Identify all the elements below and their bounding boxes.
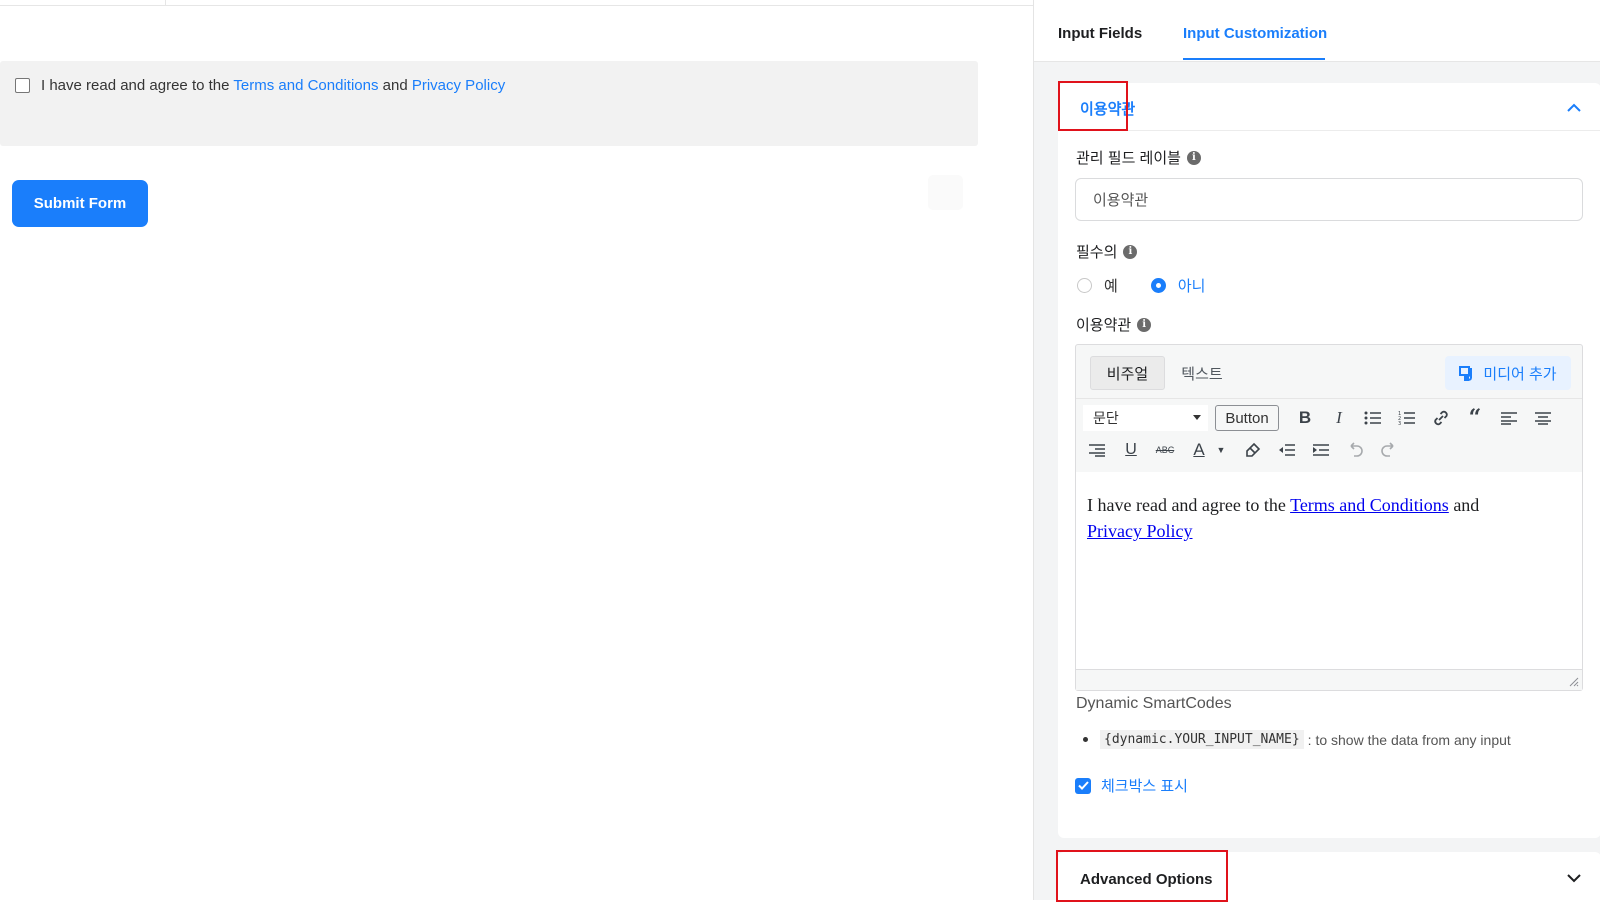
editor-toolbar: 문단 Button B I 123 “ U ABC A ▼	[1076, 398, 1582, 472]
text-color-dropdown-icon[interactable]: ▼	[1210, 439, 1232, 461]
editor-privacy-link[interactable]: Privacy Policy	[1087, 521, 1193, 541]
resize-handle-icon[interactable]	[1569, 677, 1579, 687]
align-right-icon[interactable]	[1086, 439, 1108, 461]
chevron-up-icon[interactable]	[1567, 101, 1581, 115]
clear-formatting-icon[interactable]	[1242, 439, 1264, 461]
terms-and-text: and	[382, 77, 408, 94]
editor-text-and: and	[1453, 495, 1480, 515]
strikethrough-icon[interactable]: ABC	[1154, 439, 1176, 461]
terms-label-row: 이용약관 i	[1076, 314, 1152, 335]
smartcode-description: : to show the data from any input	[1307, 731, 1511, 748]
radio-yes[interactable]	[1077, 278, 1092, 293]
admin-field-label: 관리 필드 레이블	[1076, 150, 1181, 167]
info-icon[interactable]: i	[1186, 150, 1201, 165]
insert-button-button[interactable]: Button	[1215, 405, 1279, 431]
terms-field-label: I have read and agree to the Terms and C…	[41, 77, 505, 94]
radio-yes-label[interactable]: 예	[1104, 275, 1118, 296]
admin-label-input[interactable]: 이용약관	[1075, 178, 1583, 221]
media-icon	[1459, 366, 1473, 381]
show-checkbox[interactable]	[1075, 777, 1091, 794]
outdent-icon[interactable]	[1276, 439, 1298, 461]
format-select-value: 문단	[1093, 410, 1119, 426]
blockquote-icon[interactable]: “	[1464, 405, 1486, 431]
tab-visual[interactable]: 비주얼	[1090, 356, 1165, 390]
editor-content-area[interactable]: I have read and agree to the Terms and C…	[1076, 472, 1582, 669]
smartcode-value: {dynamic.YOUR_INPUT_NAME}	[1100, 730, 1304, 749]
radio-no-label[interactable]: 아니	[1178, 275, 1206, 296]
show-checkbox-label: 체크박스 표시	[1101, 778, 1188, 795]
radio-no[interactable]	[1150, 278, 1166, 293]
terms-checkbox[interactable]	[15, 78, 30, 93]
align-center-icon[interactable]	[1532, 407, 1554, 429]
info-icon[interactable]: i	[1137, 317, 1152, 332]
text-color-icon[interactable]: A	[1188, 439, 1210, 461]
link-icon[interactable]	[1430, 407, 1452, 429]
tab-input-fields[interactable]: Input Fields	[1058, 25, 1142, 42]
indent-icon[interactable]	[1310, 439, 1332, 461]
smartcodes-title: Dynamic SmartCodes	[1076, 695, 1232, 712]
numbered-list-icon[interactable]: 123	[1396, 407, 1418, 429]
section-header[interactable]: 이용약관	[1058, 83, 1600, 131]
highlight-box-advanced-options	[1056, 850, 1228, 902]
add-media-label: 미디어 추가	[1483, 365, 1557, 383]
active-tab-indicator	[1183, 58, 1325, 60]
tab-text[interactable]: 텍스트	[1172, 356, 1232, 390]
smartcode-item: {dynamic.YOUR_INPUT_NAME} : to show the …	[1083, 730, 1511, 749]
format-select[interactable]: 문단	[1083, 405, 1208, 431]
check-icon	[1077, 781, 1089, 790]
terms-editor-label: 이용약관	[1076, 317, 1132, 334]
caret-down-icon	[1193, 415, 1201, 420]
terms-prefix-text: I have read and agree to the	[41, 77, 230, 94]
info-icon[interactable]: i	[1123, 244, 1138, 259]
required-label-row: 필수의 i	[1076, 241, 1138, 262]
align-left-icon[interactable]	[1498, 407, 1520, 429]
add-media-button[interactable]: 미디어 추가	[1445, 356, 1571, 390]
terms-link[interactable]: Terms and Conditions	[233, 77, 378, 94]
field-action-handle[interactable]	[928, 175, 963, 210]
redo-icon[interactable]	[1378, 439, 1400, 461]
bullet-icon	[1083, 737, 1088, 742]
bold-icon[interactable]: B	[1294, 407, 1316, 429]
editor-terms-link[interactable]: Terms and Conditions	[1290, 495, 1449, 515]
italic-icon[interactable]: I	[1328, 407, 1350, 429]
svg-text:3: 3	[1398, 421, 1401, 426]
undo-icon[interactable]	[1344, 439, 1366, 461]
bullet-list-icon[interactable]	[1362, 407, 1384, 429]
tab-input-customization[interactable]: Input Customization	[1183, 25, 1327, 42]
chevron-down-icon[interactable]	[1567, 871, 1581, 885]
editor-statusbar	[1076, 669, 1582, 690]
privacy-link[interactable]: Privacy Policy	[412, 77, 505, 94]
editor-text-prefix: I have read and agree to the	[1087, 495, 1286, 515]
show-checkbox-row[interactable]: 체크박스 표시	[1075, 775, 1188, 796]
required-radio-group: 예 아니	[1077, 275, 1205, 296]
settings-tabs: Input Fields Input Customization	[1034, 0, 1600, 62]
form-preview-canvas: I have read and agree to the Terms and C…	[0, 0, 1033, 900]
required-label: 필수의	[1076, 244, 1118, 261]
admin-label-row: 관리 필드 레이블 i	[1076, 147, 1201, 168]
submit-form-button[interactable]: Submit Form	[12, 180, 148, 227]
underline-icon[interactable]: U	[1120, 439, 1142, 461]
highlight-box-section-title	[1058, 81, 1128, 131]
terms-editor: 비주얼 텍스트 미디어 추가 문단 Button B I 123 “ U ABC…	[1075, 344, 1583, 691]
terms-field-preview[interactable]: I have read and agree to the Terms and C…	[0, 61, 978, 146]
